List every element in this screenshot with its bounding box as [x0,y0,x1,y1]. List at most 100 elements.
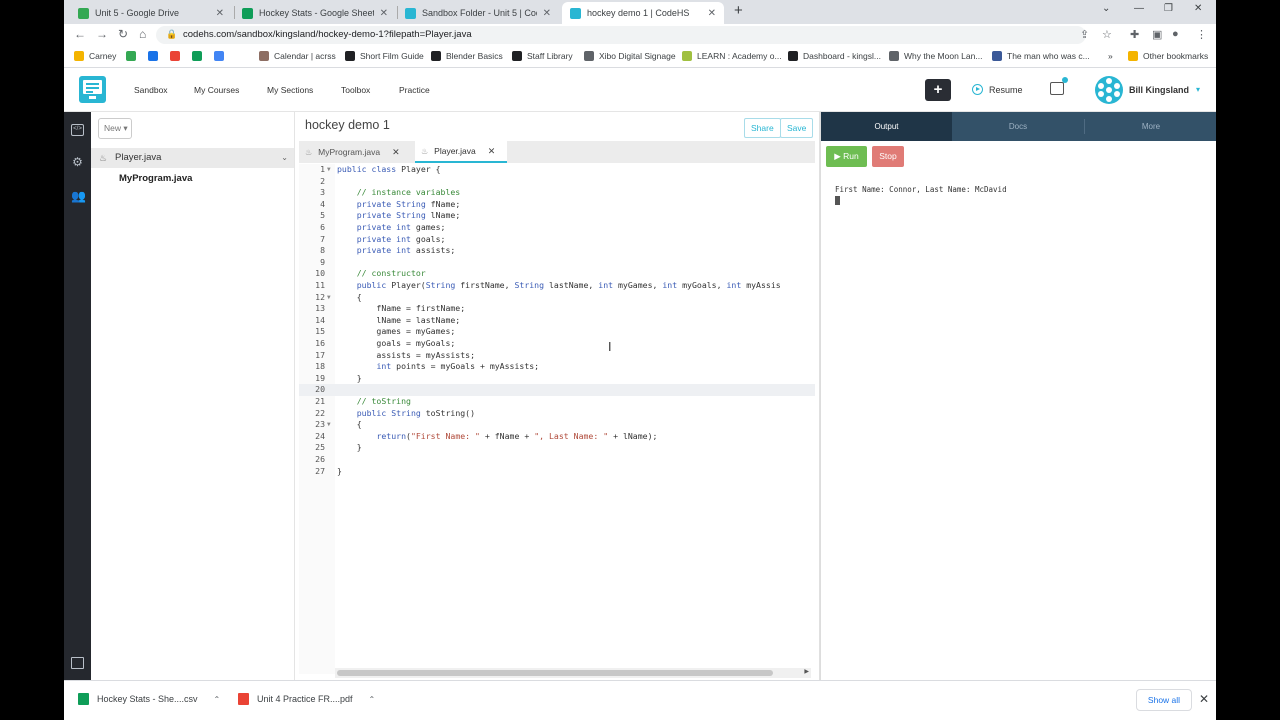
fold-icon[interactable]: ▼ [327,292,331,304]
code-line[interactable]: 20 [299,384,815,396]
download-item[interactable]: Unit 4 Practice FR....pdf ⌃ [238,693,375,705]
sidebar-icon[interactable]: ▣ [1152,28,1162,41]
file-item-myprogram[interactable]: MyProgram.java [91,169,294,189]
download-item[interactable]: Hockey Stats - She....csv ⌃ [78,693,220,705]
share-page-icon[interactable]: ⇪ [1080,28,1089,41]
menu-kebab-icon[interactable]: ⋮ [1196,28,1207,41]
code-line[interactable]: 8 private int assists; [299,245,815,257]
code-line[interactable]: 13 fName = firstName; [299,303,815,315]
code-line[interactable]: 5 private String lName; [299,210,815,222]
code-line[interactable]: 10 // constructor [299,268,815,280]
bookmark[interactable]: Calendar | acrss [259,51,336,61]
close-icon[interactable]: ✕ [392,147,400,158]
forward-icon[interactable]: → [96,27,108,41]
tab-more[interactable]: More [1085,112,1216,141]
bookmarks-overflow-button[interactable]: » [1108,51,1113,61]
save-button[interactable]: Save [780,118,814,138]
tab-docs[interactable]: Docs [952,112,1084,141]
code-file-icon[interactable]: </> [71,124,84,136]
project-title[interactable]: hockey demo 1 [305,118,390,132]
code-line[interactable]: 24 return("First Name: " + fName + ", La… [299,431,815,443]
close-tab-icon[interactable]: ✕ [708,8,716,19]
fold-icon[interactable]: ▼ [327,164,331,176]
bookmark[interactable]: Short Film Guide [345,51,424,61]
file-item-player[interactable]: ♨ Player.java ⌄ [91,148,294,168]
bookmark[interactable]: Why the Moon Lan... [889,51,982,61]
bookmark[interactable]: Blender Basics [431,51,503,61]
close-tab-icon[interactable]: ✕ [380,8,388,19]
tab-output[interactable]: Output [821,112,952,141]
bookmark-star-icon[interactable]: ☆ [1102,28,1112,41]
close-tab-icon[interactable]: ✕ [216,8,224,19]
code-line[interactable]: 4 private String fName; [299,199,815,211]
chevron-up-icon[interactable]: ⌃ [369,695,376,704]
bookmark[interactable] [214,51,229,61]
browser-tab[interactable]: Unit 5 - Google Drive ✕ [70,2,232,24]
extensions-icon[interactable]: ✚ [1130,28,1139,41]
scrollbar-thumb[interactable] [337,670,773,676]
bookmark[interactable]: Dashboard - kingsl... [788,51,881,61]
code-line[interactable]: 16 goals = myGoals; [299,338,815,350]
code-line[interactable]: 15 games = myGames; [299,326,815,338]
fold-icon[interactable]: ▼ [327,419,331,431]
calendar-icon[interactable] [1050,77,1068,95]
horizontal-scrollbar[interactable]: ▶ [335,668,811,678]
bookmark[interactable] [192,51,207,61]
show-all-button[interactable]: Show all [1136,689,1192,711]
chevron-down-icon[interactable]: ▾ [1196,85,1200,94]
browser-tab[interactable]: Hockey Stats - Google Sheets ✕ [234,2,396,24]
scroll-right-icon[interactable]: ▶ [804,668,809,675]
code-line[interactable]: 2 [299,176,815,188]
share-button[interactable]: Share [744,118,781,138]
code-line[interactable]: 12 ▼ { [299,292,815,304]
other-bookmarks[interactable]: Other bookmarks [1128,51,1208,61]
bookmark[interactable] [148,51,163,61]
close-window-icon[interactable]: ✕ [1194,3,1202,14]
code-line[interactable]: 19 } [299,373,815,385]
lock-icon[interactable]: 🔒 [166,29,177,40]
reload-icon[interactable]: ↻ [118,27,128,41]
url-bar[interactable]: 🔒 codehs.com/sandbox/kingsland/hockey-de… [156,26,1086,44]
create-button[interactable]: + [925,79,951,101]
code-line[interactable]: 7 private int goals; [299,234,815,246]
tab-search-icon[interactable]: ⌄ [1102,3,1110,14]
code-line[interactable]: 25 } [299,442,815,454]
minimize-icon[interactable]: — [1134,3,1144,14]
browser-tab[interactable]: Sandbox Folder - Unit 5 | CodeHS ✕ [397,2,559,24]
code-line[interactable]: 11 public Player(String firstName, Strin… [299,280,815,292]
bookmark[interactable]: LEARN : Academy o... [682,51,782,61]
code-line[interactable]: 21 // toString [299,396,815,408]
editor-tab-player[interactable]: ♨ Player.java ✕ [415,141,507,163]
close-icon[interactable]: ✕ [488,146,496,157]
bookmark[interactable] [126,51,141,61]
back-icon[interactable]: ← [74,27,86,41]
bookmark[interactable]: Staff Library [512,51,573,61]
nav-my-courses[interactable]: My Courses [194,85,239,95]
avatar[interactable] [1095,76,1123,104]
home-icon[interactable]: ⌂ [139,27,146,41]
users-icon[interactable]: 👥 [71,190,86,202]
bookmark[interactable]: Carney [74,51,116,61]
bookmark[interactable]: The man who was c... [992,51,1090,61]
code-line[interactable]: 22 public String toString() [299,408,815,420]
code-line[interactable]: 27} [299,466,815,478]
bookmark[interactable] [170,51,185,61]
code-line[interactable]: 14 lName = lastName; [299,315,815,327]
nav-my-sections[interactable]: My Sections [267,85,313,95]
stop-button[interactable]: Stop [872,146,904,167]
nav-toolbox[interactable]: Toolbox [341,85,370,95]
user-name[interactable]: Bill Kingsland [1129,85,1189,95]
browser-tab-active[interactable]: hockey demo 1 | CodeHS ✕ [562,2,724,24]
editor-tab-myprogram[interactable]: ♨ MyProgram.java ✕ [299,141,414,163]
nav-sandbox[interactable]: Sandbox [134,85,168,95]
bookmark[interactable]: Xibo Digital Signage [584,51,676,61]
gear-icon[interactable]: ⚙ [71,156,84,168]
code-line[interactable]: 17 assists = myAssists; [299,350,815,362]
close-icon[interactable]: ✕ [1199,692,1209,706]
new-tab-button[interactable]: + [734,2,743,19]
chevron-up-icon[interactable]: ⌃ [214,695,221,704]
code-line[interactable]: 18 int points = myGoals + myAssists; [299,361,815,373]
code-line[interactable]: 26 [299,454,815,466]
code-line[interactable]: 1 ▼ public class Player { [299,164,815,176]
code-line[interactable]: 9 [299,257,815,269]
